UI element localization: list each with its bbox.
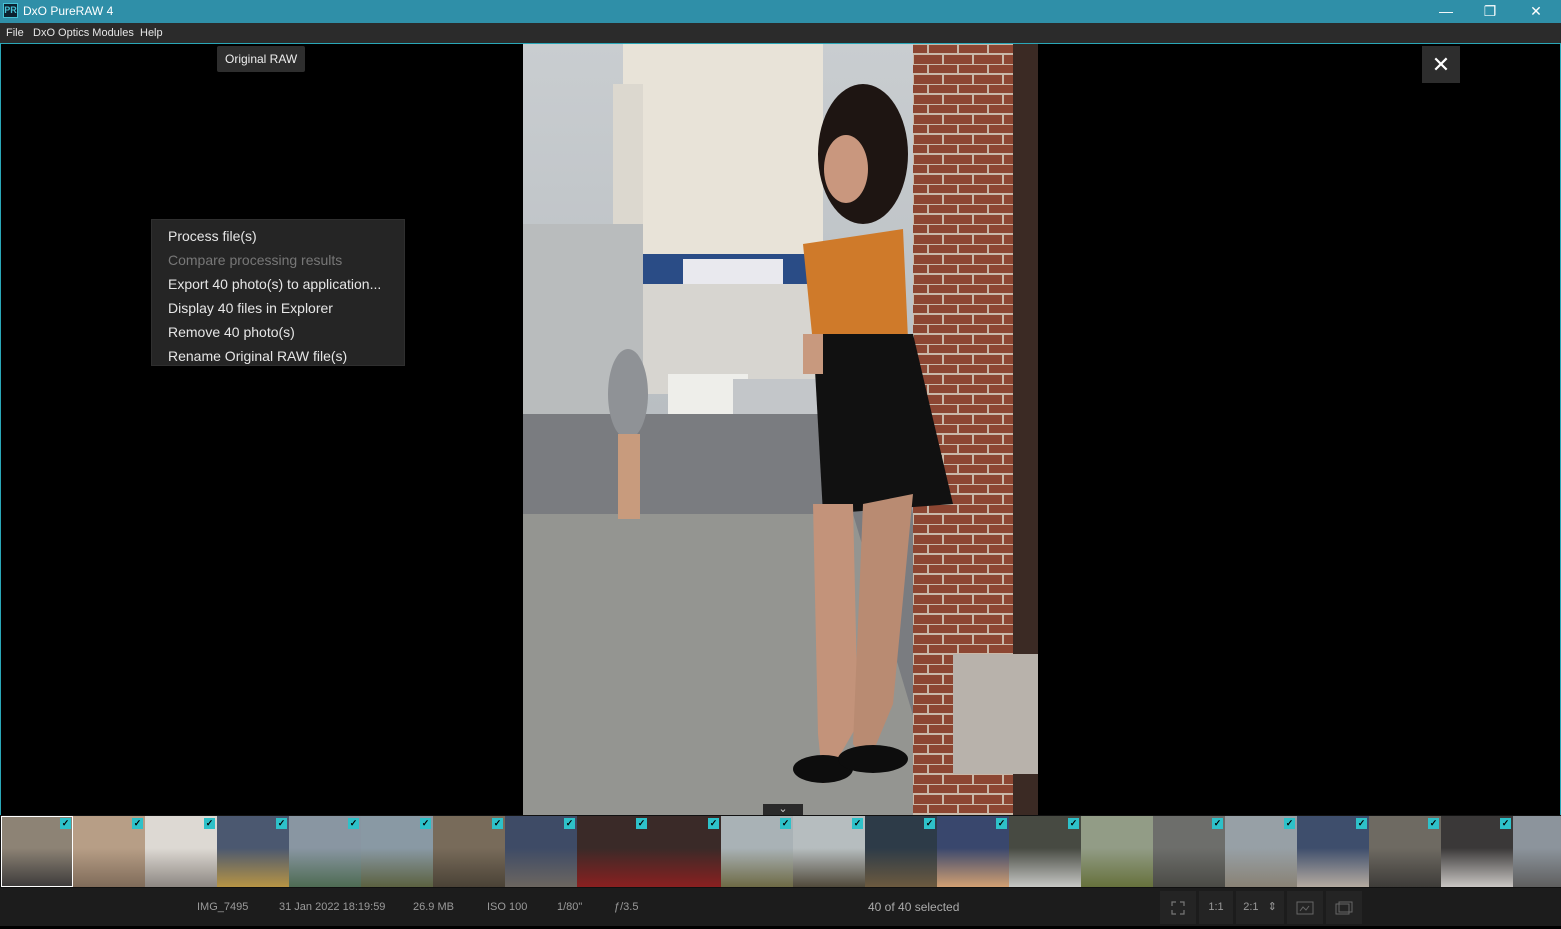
ctx-remove-photos[interactable]: Remove 40 photo(s) xyxy=(152,320,404,344)
zoom-stepper-icon: ⇕ xyxy=(1267,901,1277,913)
zoom-2-1-value: 2:1 xyxy=(1243,901,1259,913)
selected-check-icon[interactable]: ✓ xyxy=(708,818,719,829)
ctx-rename-raw-files[interactable]: Rename Original RAW file(s) xyxy=(152,344,404,368)
filmstrip-thumbnail[interactable]: ✓ xyxy=(1009,816,1081,887)
aperture: ƒ/3.5 xyxy=(614,901,639,913)
menu-file[interactable]: File xyxy=(6,27,24,39)
filmstrip-thumbnail[interactable]: ✓ xyxy=(937,816,1009,887)
preview-photo-image xyxy=(523,44,1038,816)
selected-check-icon[interactable]: ✓ xyxy=(924,818,935,829)
selected-check-icon[interactable]: ✓ xyxy=(636,818,647,829)
context-menu: Process file(s) Compare processing resul… xyxy=(151,219,405,366)
ctx-display-in-explorer[interactable]: Display 40 files in Explorer xyxy=(152,296,404,320)
gallery-icon xyxy=(1335,901,1353,915)
filmstrip-thumbnail[interactable] xyxy=(1513,816,1561,887)
filmstrip-thumbnail[interactable]: ✓ xyxy=(505,816,577,887)
shutter-speed: 1/80" xyxy=(557,901,583,913)
filmstrip-thumbnail[interactable]: ✓ xyxy=(1441,816,1513,887)
filmstrip-thumbnail[interactable]: ✓ xyxy=(145,816,217,887)
window-title: DxO PureRAW 4 xyxy=(23,4,114,18)
filmstrip-thumbnail[interactable]: ✓ xyxy=(577,816,649,887)
status-bar: IMG_7495 31 Jan 2022 18:19:59 26.9 MB IS… xyxy=(0,888,1561,926)
restore-button[interactable]: ❐ xyxy=(1467,0,1513,23)
split-view-icon xyxy=(1296,901,1314,915)
selected-check-icon[interactable]: ✓ xyxy=(1068,818,1079,829)
filmstrip-thumbnail[interactable]: ✓ xyxy=(289,816,361,887)
selected-check-icon[interactable]: ✓ xyxy=(1356,818,1367,829)
minimize-button[interactable]: — xyxy=(1423,0,1469,23)
app-logo-icon: PR xyxy=(3,3,18,18)
file-size: 26.9 MB xyxy=(413,901,454,913)
menu-dxo-optics-modules[interactable]: DxO Optics Modules xyxy=(33,27,134,39)
close-viewer-button[interactable]: ✕ xyxy=(1422,46,1460,83)
file-name: IMG_7495 xyxy=(197,901,249,913)
capture-date: 31 Jan 2022 18:19:59 xyxy=(279,901,386,913)
zoom-1-1-button[interactable]: 1:1 xyxy=(1199,891,1233,924)
selected-check-icon[interactable]: ✓ xyxy=(132,818,143,829)
fit-screen-button[interactable] xyxy=(1160,891,1196,924)
original-raw-label: Original RAW xyxy=(217,46,306,72)
filmstrip-thumbnail[interactable]: ✓ xyxy=(433,816,505,887)
selected-check-icon[interactable]: ✓ xyxy=(1428,818,1439,829)
iso-value: ISO 100 xyxy=(487,901,528,913)
filmstrip-thumbnail[interactable]: ✓ xyxy=(73,816,145,887)
selected-check-icon[interactable]: ✓ xyxy=(276,818,287,829)
side-by-side-button[interactable] xyxy=(1326,891,1362,924)
selected-check-icon[interactable]: ✓ xyxy=(1284,818,1295,829)
menu-help[interactable]: Help xyxy=(140,27,163,39)
filmstrip-thumbnail[interactable]: ✓ xyxy=(721,816,793,887)
filmstrip-thumbnail[interactable]: ✓ xyxy=(1297,816,1369,887)
close-window-button[interactable]: ✕ xyxy=(1513,0,1559,23)
selected-check-icon[interactable]: ✓ xyxy=(60,818,71,829)
filmstrip-thumbnail[interactable]: ✓ xyxy=(793,816,865,887)
fit-screen-icon xyxy=(1171,901,1185,915)
selected-check-icon[interactable]: ✓ xyxy=(996,818,1007,829)
title-bar: PR DxO PureRAW 4 — ❐ ✕ xyxy=(0,0,1561,23)
ctx-process-files[interactable]: Process file(s) xyxy=(152,224,404,248)
filmstrip-thumbnail[interactable]: ✓ xyxy=(217,816,289,887)
selection-count: 40 of 40 selected xyxy=(868,900,960,914)
selected-check-icon[interactable]: ✓ xyxy=(420,818,431,829)
zoom-2-1-select[interactable]: 2:1 ⇕ xyxy=(1236,891,1284,924)
filmstrip-thumbnail[interactable]: ✓ xyxy=(1,816,73,887)
filmstrip-thumbnail[interactable] xyxy=(1081,816,1153,887)
filmstrip: ✓ ✓ ✓ ✓ ✓ ✓ ✓ ✓ ✓ ✓ ✓ ✓ ✓ ✓ ✓ ✓ ✓ ✓ ✓ ✓ xyxy=(0,815,1561,888)
preview-photo[interactable] xyxy=(523,44,1038,816)
ctx-export-to-application[interactable]: Export 40 photo(s) to application... xyxy=(152,272,404,296)
filmstrip-thumbnail[interactable]: ✓ xyxy=(1153,816,1225,887)
selected-check-icon[interactable]: ✓ xyxy=(564,818,575,829)
menu-bar: File DxO Optics Modules Help xyxy=(0,23,1561,43)
filmstrip-thumbnail[interactable]: ✓ xyxy=(865,816,937,887)
selected-check-icon[interactable]: ✓ xyxy=(780,818,791,829)
selected-check-icon[interactable]: ✓ xyxy=(1212,818,1223,829)
compare-view-button[interactable] xyxy=(1287,891,1323,924)
selected-check-icon[interactable]: ✓ xyxy=(1500,818,1511,829)
filmstrip-thumbnail[interactable]: ✓ xyxy=(361,816,433,887)
selected-check-icon[interactable]: ✓ xyxy=(348,818,359,829)
selected-check-icon[interactable]: ✓ xyxy=(492,818,503,829)
filmstrip-thumbnail[interactable]: ✓ xyxy=(1369,816,1441,887)
selected-check-icon[interactable]: ✓ xyxy=(204,818,215,829)
filmstrip-thumbnail[interactable]: ✓ xyxy=(1225,816,1297,887)
ctx-compare-results: Compare processing results xyxy=(168,252,343,268)
selected-check-icon[interactable]: ✓ xyxy=(852,818,863,829)
filmstrip-thumbnail[interactable]: ✓ xyxy=(649,816,721,887)
image-viewer: Original RAW ✕ Process file(s) Compare p… xyxy=(0,43,1561,816)
